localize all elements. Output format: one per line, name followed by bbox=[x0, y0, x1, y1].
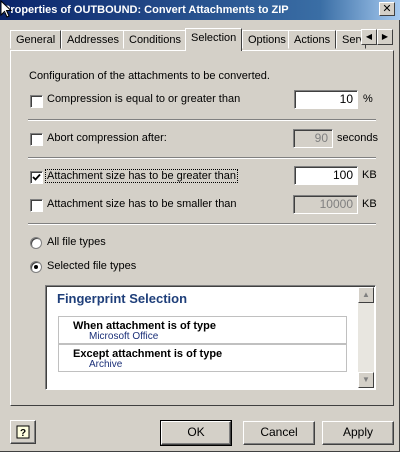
help-button[interactable]: ? bbox=[10, 420, 36, 444]
tab-addresses[interactable]: Addresses bbox=[61, 30, 125, 49]
ok-button[interactable]: OK bbox=[160, 420, 232, 446]
panel-heading: Configuration of the attachments to be c… bbox=[29, 70, 270, 82]
fingerprint-item[interactable]: When attachment is of type Microsoft Off… bbox=[58, 316, 347, 344]
tab-conditions[interactable]: Conditions bbox=[123, 30, 187, 49]
fingerprint-item-value: Microsoft Office bbox=[89, 331, 159, 342]
size-smaller-input[interactable]: 10000 bbox=[293, 195, 358, 214]
abort-label: Abort compression after: bbox=[47, 132, 167, 144]
close-button[interactable]: ✕ bbox=[379, 2, 395, 16]
compression-input[interactable]: 10 bbox=[294, 90, 358, 109]
compression-label: Compression is equal to or greater than bbox=[47, 93, 241, 105]
abort-checkbox[interactable] bbox=[30, 133, 43, 146]
selected-file-types-radio[interactable] bbox=[30, 261, 42, 273]
compression-unit: % bbox=[363, 93, 373, 105]
cancel-button[interactable]: Cancel bbox=[243, 421, 315, 445]
svg-text:?: ? bbox=[20, 428, 26, 439]
fingerprint-selection-box[interactable]: Fingerprint Selection When attachment is… bbox=[45, 285, 376, 390]
tab-actions[interactable]: Actions bbox=[288, 30, 337, 49]
fingerprint-item-value: Archive bbox=[89, 359, 123, 370]
tab-selection[interactable]: Selection bbox=[185, 28, 243, 51]
title-bar[interactable]: Properties of OUTBOUND: Convert Attachme… bbox=[0, 0, 400, 20]
radio-dot-icon bbox=[34, 265, 38, 269]
size-smaller-checkbox[interactable] bbox=[30, 199, 43, 212]
apply-button[interactable]: Apply bbox=[322, 421, 394, 445]
fingerprint-item[interactable]: Except attachment is of type Archive bbox=[58, 344, 347, 372]
selected-file-types-label: Selected file types bbox=[47, 260, 137, 272]
window-title: Properties of OUTBOUND: Convert Attachme… bbox=[3, 4, 289, 16]
size-greater-label: Attachment size has to be greater than bbox=[45, 169, 238, 183]
arrow-left-icon: ◀ bbox=[365, 32, 373, 41]
size-smaller-label: Attachment size has to be smaller than bbox=[47, 198, 237, 210]
separator bbox=[28, 157, 376, 159]
fingerprint-title: Fingerprint Selection bbox=[57, 291, 188, 306]
size-greater-unit: KB bbox=[362, 169, 377, 181]
checkmark-icon bbox=[32, 173, 41, 181]
tab-options[interactable]: Options bbox=[242, 30, 292, 49]
size-smaller-unit: KB bbox=[362, 198, 377, 210]
separator bbox=[28, 119, 376, 121]
scroll-down-button[interactable]: ▼ bbox=[358, 372, 374, 388]
abort-unit: seconds bbox=[337, 132, 378, 144]
all-file-types-radio[interactable] bbox=[30, 237, 42, 249]
tab-scroll-left-button[interactable]: ◀ bbox=[361, 29, 377, 45]
size-greater-input[interactable]: 100 bbox=[294, 166, 358, 185]
tab-strip: General Addresses Conditions Selection O… bbox=[10, 28, 400, 51]
properties-dialog: Properties of OUTBOUND: Convert Attachme… bbox=[0, 0, 400, 452]
compression-checkbox[interactable] bbox=[30, 95, 43, 108]
vertical-scrollbar[interactable]: ▲ ▼ bbox=[358, 287, 374, 388]
arrow-right-icon: ▶ bbox=[381, 32, 389, 41]
scroll-up-button[interactable]: ▲ bbox=[358, 287, 374, 303]
tab-general[interactable]: General bbox=[10, 30, 62, 49]
mouse-pointer-icon bbox=[0, 0, 12, 18]
all-file-types-label: All file types bbox=[47, 236, 106, 248]
abort-seconds-input[interactable]: 90 bbox=[293, 129, 333, 148]
help-icon: ? bbox=[16, 425, 30, 439]
tab-scroll-right-button[interactable]: ▶ bbox=[377, 29, 393, 45]
size-greater-checkbox[interactable] bbox=[30, 171, 43, 184]
separator bbox=[28, 223, 376, 225]
